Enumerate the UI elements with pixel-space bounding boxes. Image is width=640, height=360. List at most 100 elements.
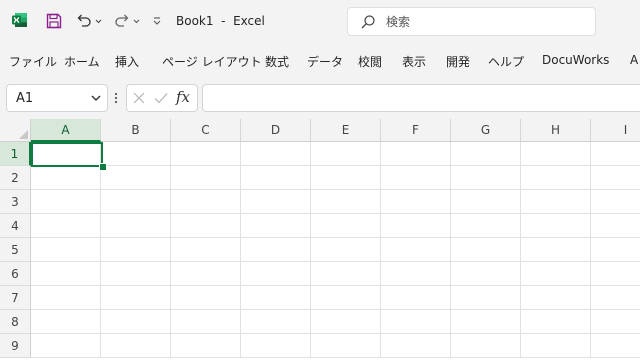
- cell-d6[interactable]: [241, 262, 311, 286]
- cell-e8[interactable]: [311, 310, 381, 334]
- tab-page-layout[interactable]: ページ レイアウト: [162, 53, 262, 70]
- cell-c3[interactable]: [171, 190, 241, 214]
- cell-b8[interactable]: [101, 310, 171, 334]
- column-header-d[interactable]: D: [241, 119, 311, 142]
- cell-i1[interactable]: [591, 142, 640, 166]
- cell-e1[interactable]: [311, 142, 381, 166]
- cell-e4[interactable]: [311, 214, 381, 238]
- cell-h3[interactable]: [521, 190, 591, 214]
- row-header-8[interactable]: 8: [0, 310, 31, 334]
- tab-file[interactable]: ファイル: [9, 53, 57, 70]
- cell-i2[interactable]: [591, 166, 640, 190]
- save-button[interactable]: [44, 11, 64, 31]
- row-header-3[interactable]: 3: [0, 190, 31, 214]
- cell-e2[interactable]: [311, 166, 381, 190]
- cell-b4[interactable]: [101, 214, 171, 238]
- cell-f6[interactable]: [381, 262, 451, 286]
- cell-c5[interactable]: [171, 238, 241, 262]
- cell-c2[interactable]: [171, 166, 241, 190]
- cell-h1[interactable]: [521, 142, 591, 166]
- cell-i5[interactable]: [591, 238, 640, 262]
- cell-c4[interactable]: [171, 214, 241, 238]
- cell-b5[interactable]: [101, 238, 171, 262]
- row-header-6[interactable]: 6: [0, 262, 31, 286]
- cell-e7[interactable]: [311, 286, 381, 310]
- cell-d3[interactable]: [241, 190, 311, 214]
- cell-b9[interactable]: [101, 334, 171, 358]
- cell-a8[interactable]: [31, 310, 101, 334]
- cell-h9[interactable]: [521, 334, 591, 358]
- tab-help[interactable]: ヘルプ: [488, 53, 524, 70]
- cell-i8[interactable]: [591, 310, 640, 334]
- cell-i9[interactable]: [591, 334, 640, 358]
- select-all-button[interactable]: [0, 119, 31, 142]
- cell-e9[interactable]: [311, 334, 381, 358]
- cell-b1[interactable]: [101, 142, 171, 166]
- cell-a3[interactable]: [31, 190, 101, 214]
- customize-quick-access-button[interactable]: [150, 11, 164, 31]
- cell-e6[interactable]: [311, 262, 381, 286]
- cell-a5[interactable]: [31, 238, 101, 262]
- cell-g1[interactable]: [451, 142, 521, 166]
- cell-d1[interactable]: [241, 142, 311, 166]
- row-header-1[interactable]: 1: [0, 142, 31, 166]
- tab-insert[interactable]: 挿入: [115, 53, 139, 70]
- tab-docuworks[interactable]: DocuWorks: [542, 53, 609, 67]
- cell-f2[interactable]: [381, 166, 451, 190]
- formula-bar-resize-handle[interactable]: [113, 90, 119, 106]
- cell-f5[interactable]: [381, 238, 451, 262]
- tab-overflow[interactable]: A: [630, 53, 638, 67]
- cell-f9[interactable]: [381, 334, 451, 358]
- cell-a9[interactable]: [31, 334, 101, 358]
- cell-a7[interactable]: [31, 286, 101, 310]
- undo-button[interactable]: [74, 11, 106, 31]
- cell-d2[interactable]: [241, 166, 311, 190]
- row-header-5[interactable]: 5: [0, 238, 31, 262]
- fill-handle[interactable]: [99, 163, 107, 171]
- column-header-e[interactable]: E: [311, 119, 381, 142]
- tab-home[interactable]: ホーム: [64, 53, 100, 70]
- cell-h5[interactable]: [521, 238, 591, 262]
- cell-d5[interactable]: [241, 238, 311, 262]
- cell-d9[interactable]: [241, 334, 311, 358]
- name-box[interactable]: A1: [6, 84, 108, 112]
- cell-d4[interactable]: [241, 214, 311, 238]
- column-header-b[interactable]: B: [101, 119, 171, 142]
- cell-d7[interactable]: [241, 286, 311, 310]
- cell-h8[interactable]: [521, 310, 591, 334]
- cell-g7[interactable]: [451, 286, 521, 310]
- cell-c7[interactable]: [171, 286, 241, 310]
- column-header-h[interactable]: H: [521, 119, 591, 142]
- formula-input[interactable]: [202, 84, 640, 112]
- row-header-7[interactable]: 7: [0, 286, 31, 310]
- cell-h6[interactable]: [521, 262, 591, 286]
- cell-e5[interactable]: [311, 238, 381, 262]
- cell-b6[interactable]: [101, 262, 171, 286]
- checkmark-icon[interactable]: [153, 90, 169, 106]
- cell-i6[interactable]: [591, 262, 640, 286]
- cell-g3[interactable]: [451, 190, 521, 214]
- cell-g4[interactable]: [451, 214, 521, 238]
- column-header-c[interactable]: C: [171, 119, 241, 142]
- cell-h7[interactable]: [521, 286, 591, 310]
- cell-f3[interactable]: [381, 190, 451, 214]
- cell-b3[interactable]: [101, 190, 171, 214]
- row-header-9[interactable]: 9: [0, 334, 31, 358]
- tab-data[interactable]: データ: [307, 53, 343, 70]
- cell-b2[interactable]: [101, 166, 171, 190]
- cell-h4[interactable]: [521, 214, 591, 238]
- cell-f7[interactable]: [381, 286, 451, 310]
- cell-h2[interactable]: [521, 166, 591, 190]
- cell-g2[interactable]: [451, 166, 521, 190]
- search-box[interactable]: [347, 7, 596, 36]
- cell-i3[interactable]: [591, 190, 640, 214]
- cell-g6[interactable]: [451, 262, 521, 286]
- cell-c1[interactable]: [171, 142, 241, 166]
- tab-review[interactable]: 校閲: [358, 53, 382, 70]
- row-header-4[interactable]: 4: [0, 214, 31, 238]
- cell-c6[interactable]: [171, 262, 241, 286]
- cell-d8[interactable]: [241, 310, 311, 334]
- insert-function-button[interactable]: fx: [176, 88, 190, 106]
- chevron-down-icon[interactable]: [89, 91, 103, 105]
- cell-b7[interactable]: [101, 286, 171, 310]
